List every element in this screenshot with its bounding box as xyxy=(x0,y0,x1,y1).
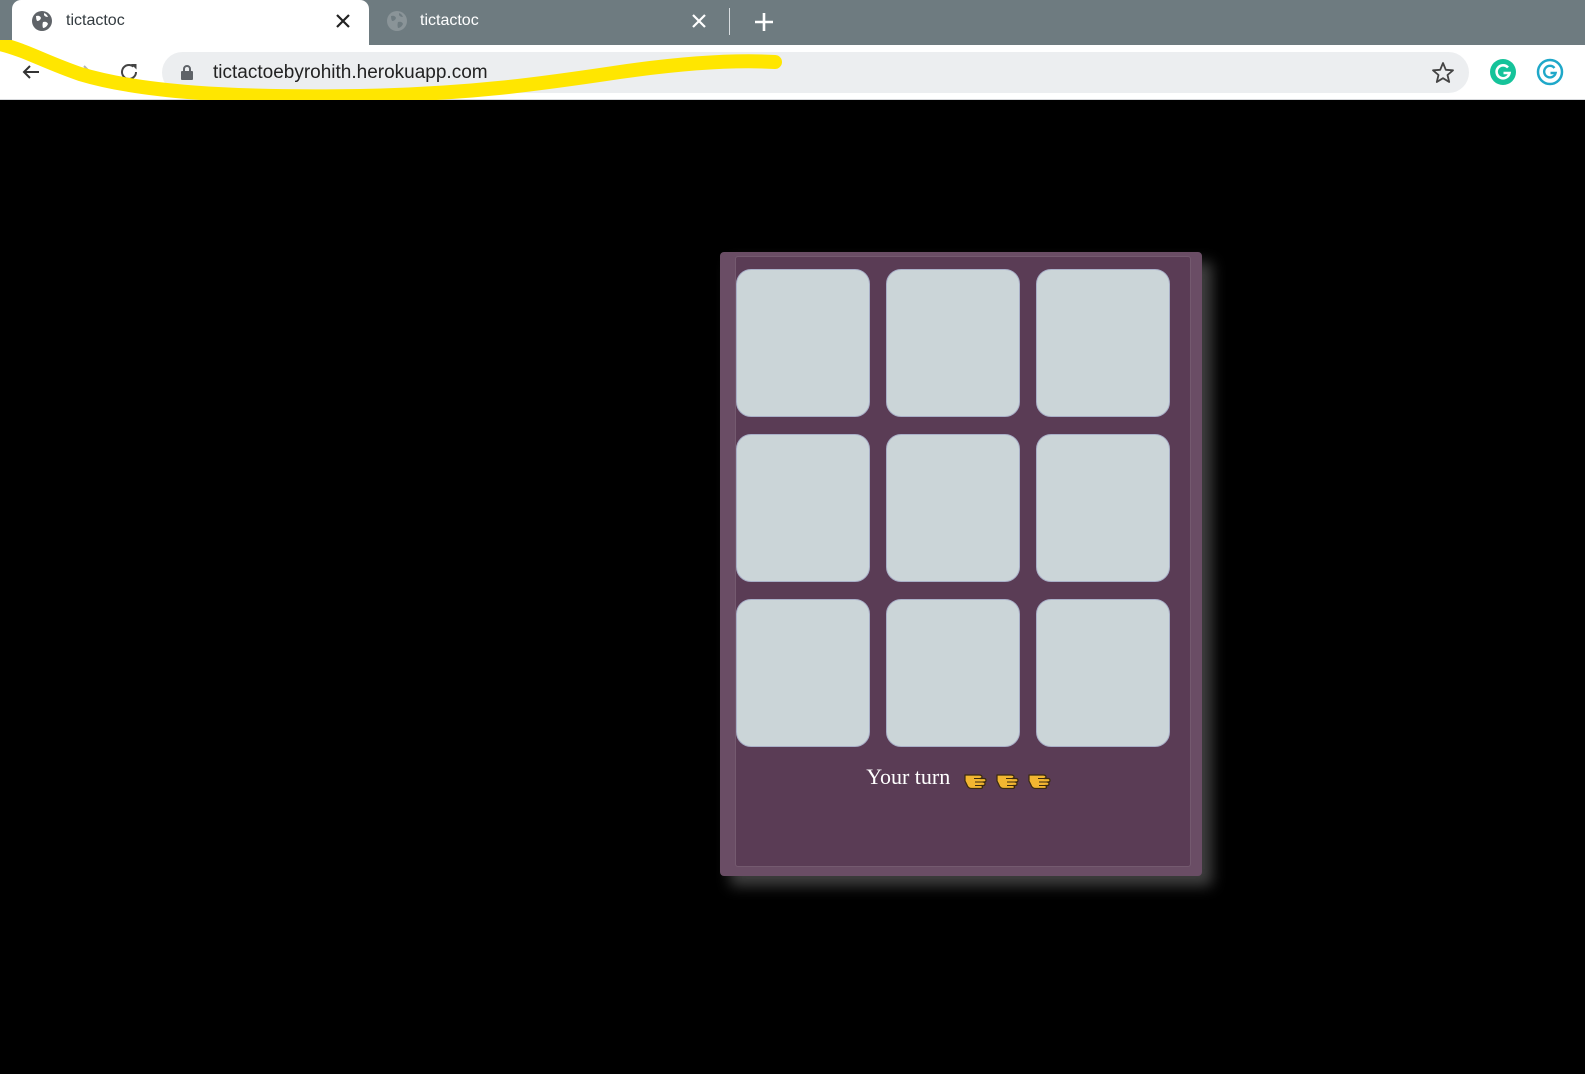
board-cell-4[interactable] xyxy=(736,434,870,582)
arrow-left-icon xyxy=(22,65,39,79)
arrow-right-icon xyxy=(75,65,92,79)
tab-divider xyxy=(729,8,730,35)
board-cell-5[interactable] xyxy=(886,434,1020,582)
grammarly-icon[interactable] xyxy=(1489,58,1517,86)
globe-icon xyxy=(387,11,407,31)
tab-2[interactable]: tictactoc xyxy=(372,0,717,45)
tab-title: tictactoc xyxy=(66,12,125,29)
pointing-hand-icon xyxy=(1028,769,1056,790)
tab-title: tictactoc xyxy=(420,12,479,29)
pointing-hand-icon xyxy=(964,769,992,790)
globe-icon xyxy=(32,11,52,31)
status-text: Your turn xyxy=(866,763,951,789)
reload-icon xyxy=(121,63,137,80)
board-cell-1[interactable] xyxy=(736,269,870,417)
back-button[interactable] xyxy=(16,57,46,87)
grammarly-icon[interactable] xyxy=(1536,58,1564,86)
board-cell-6[interactable] xyxy=(1036,434,1170,582)
browser-toolbar: tictactoebyrohith.herokuapp.com xyxy=(0,45,1585,100)
page-viewport: Your turn xyxy=(0,100,1585,1074)
tab-1[interactable]: tictactoc xyxy=(12,0,369,45)
turn-status: Your turn xyxy=(736,762,1190,790)
board-cell-8[interactable] xyxy=(886,599,1020,747)
pointing-hand-icon xyxy=(996,769,1024,790)
close-tab-icon[interactable] xyxy=(688,10,710,32)
board-cell-9[interactable] xyxy=(1036,599,1170,747)
forward-button[interactable] xyxy=(68,57,98,87)
reload-button[interactable] xyxy=(114,57,144,87)
bookmark-star-icon[interactable] xyxy=(1430,60,1456,86)
new-tab-button[interactable] xyxy=(751,9,777,35)
board-cell-3[interactable] xyxy=(1036,269,1170,417)
plus-icon xyxy=(755,13,773,31)
game-board: Your turn xyxy=(720,252,1202,876)
lock-icon[interactable] xyxy=(180,65,194,80)
close-tab-icon[interactable] xyxy=(332,10,354,32)
board-cell-7[interactable] xyxy=(736,599,870,747)
address-bar[interactable]: tictactoebyrohith.herokuapp.com xyxy=(162,52,1469,93)
cell-grid xyxy=(736,269,1170,747)
url-text[interactable]: tictactoebyrohith.herokuapp.com xyxy=(213,62,488,84)
board-cell-2[interactable] xyxy=(886,269,1020,417)
tab-strip: tictactoc tictactoc xyxy=(0,0,1585,45)
pointer-icons xyxy=(964,764,1060,790)
